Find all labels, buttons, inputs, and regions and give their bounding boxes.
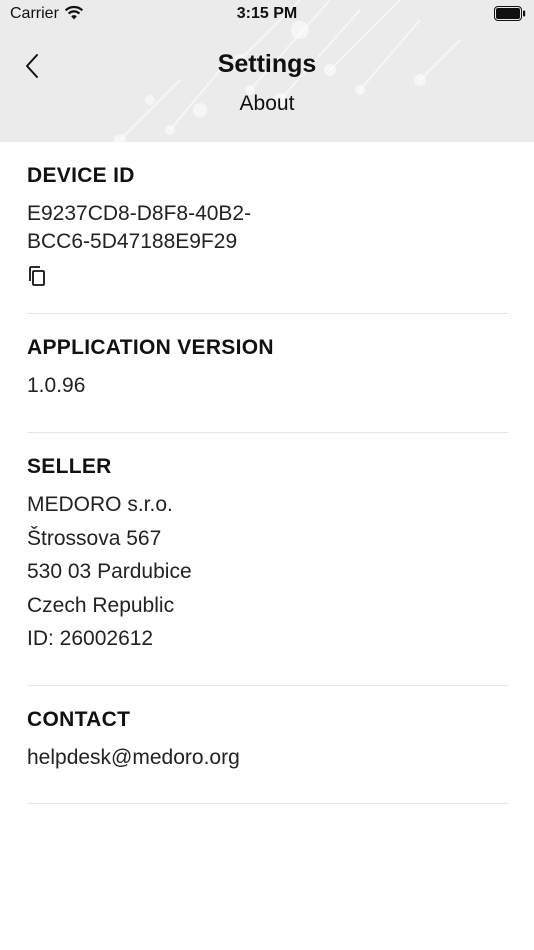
device-id-value[interactable]: E9237CD8-D8F8-40B2- BCC6-5D47188E9F29 xyxy=(27,200,508,256)
application-version-section: APPLICATION VERSION 1.0.96 xyxy=(27,314,508,433)
device-id-title: DEVICE ID xyxy=(27,164,135,187)
seller-title: SELLER xyxy=(27,455,112,478)
seller-street: Štrossova 567 xyxy=(27,526,162,550)
contact-title: CONTACT xyxy=(27,708,131,731)
device-id-section: DEVICE ID E9237CD8-D8F8-40B2- BCC6-5D471… xyxy=(27,142,508,314)
seller-company-id: ID: 26002612 xyxy=(27,627,154,651)
application-version-title: APPLICATION VERSION xyxy=(27,336,274,359)
header: Carrier 3:15 PM Settings About xyxy=(0,0,534,142)
page-title: Settings xyxy=(217,50,317,78)
device-id-line: E9237CD8-D8F8-40B2- xyxy=(27,202,252,225)
seller-name: MEDORO s.r.o. xyxy=(27,493,173,516)
status-time: 3:15 PM xyxy=(236,5,298,22)
seller-section: SELLER MEDORO s.r.o. Štrossova 567 530 0… xyxy=(27,433,508,686)
contact-section: CONTACT helpdesk@medoro.org xyxy=(27,686,508,804)
device-id-line: BCC6-5D47188E9F29 xyxy=(27,230,238,253)
seller-city: 530 03 Pardubice xyxy=(27,560,192,584)
contact-email-link[interactable]: helpdesk@medoro.org xyxy=(27,744,508,772)
page-subtitle: About xyxy=(239,92,295,115)
status-bar: Carrier 3:15 PM xyxy=(0,0,534,28)
seller-country: Czech Republic xyxy=(27,593,175,617)
copy-icon[interactable] xyxy=(27,265,47,287)
seller-address: MEDORO s.r.o. Štrossova 567 530 03 Pardu… xyxy=(27,488,508,656)
about-content: DEVICE ID E9237CD8-D8F8-40B2- BCC6-5D471… xyxy=(27,142,508,804)
battery-icon xyxy=(494,6,526,21)
application-version-value: 1.0.96 xyxy=(27,374,86,397)
